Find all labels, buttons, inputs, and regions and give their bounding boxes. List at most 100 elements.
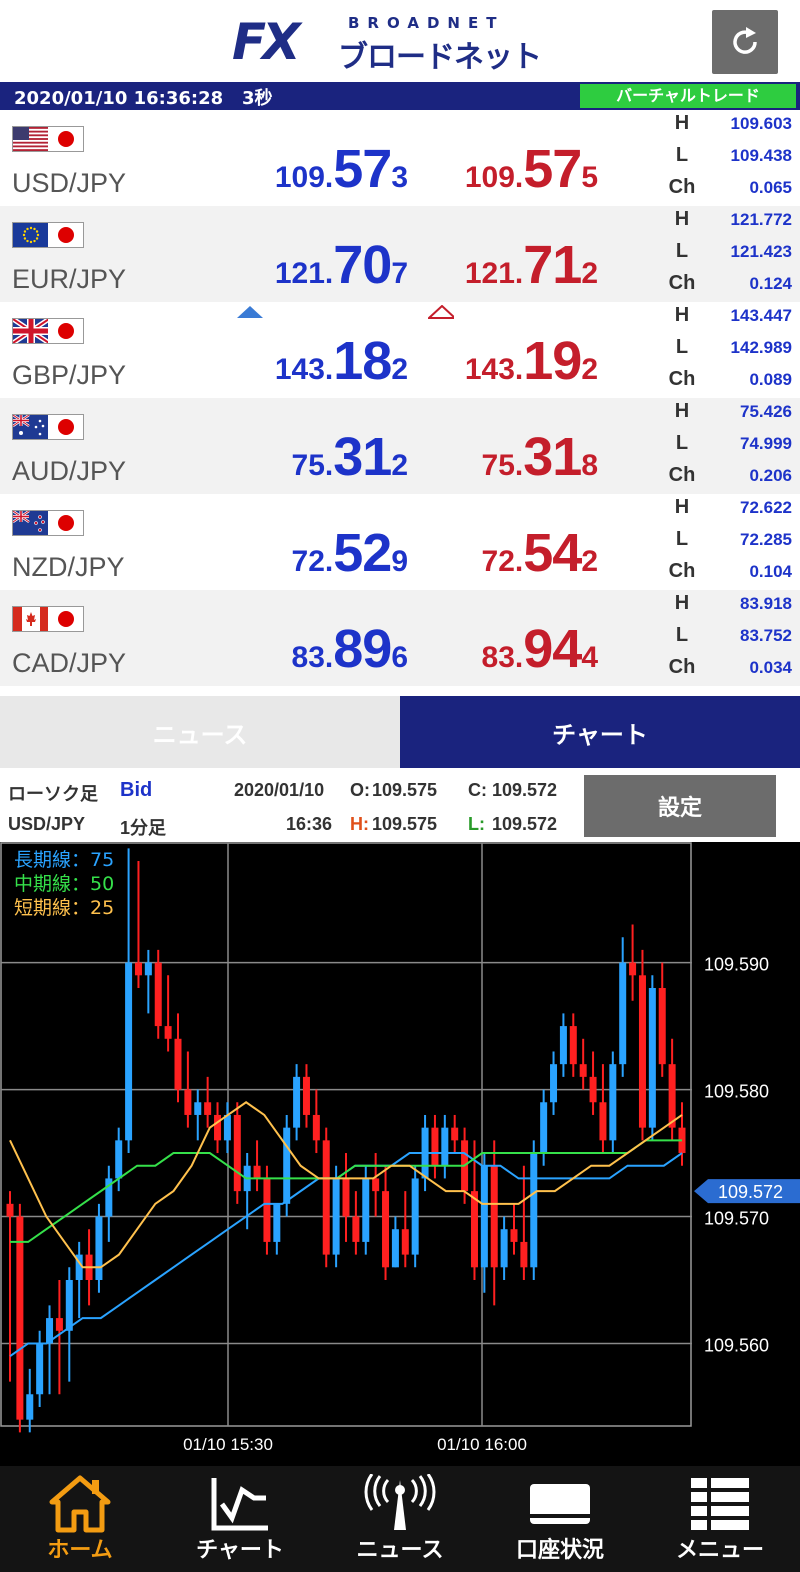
bid-price-pips: 31 xyxy=(333,427,392,487)
change-key: Ch xyxy=(668,560,696,582)
candlestick-chart[interactable]: 109.590 109.580 109.570 109.560 01/10 15:30 0… xyxy=(0,842,800,1466)
bid-price-major: 75. xyxy=(291,449,334,482)
chart-svg[interactable]: 109.590 109.580 109.570 109.560 01/10 15:30 0… xyxy=(0,842,800,1466)
nav-menu[interactable]: メニュー xyxy=(640,1466,800,1572)
chart-settings-button[interactable]: 設定 xyxy=(584,775,776,837)
candle-body xyxy=(55,1318,63,1331)
bid-price[interactable]: 109.573 xyxy=(275,138,408,199)
ask-price-pips: 71 xyxy=(523,235,582,295)
chart-pair-label[interactable]: USD/JPY xyxy=(8,814,85,835)
ask-price[interactable]: 143.192 xyxy=(465,330,598,391)
high-low-change: H 75.426 L 74.999 Ch 0.206 xyxy=(660,398,800,494)
chart-info-panel: ローソク足 Bid USD/JPY 1分足 2020/01/10 16:36 O… xyxy=(0,768,800,842)
high-label: H: xyxy=(350,814,369,834)
high-value: 121.772 xyxy=(730,210,792,229)
bid-price[interactable]: 72.529 xyxy=(292,522,408,583)
jp-flag-icon xyxy=(48,415,83,439)
change-value: 0.065 xyxy=(749,178,792,197)
candle-body xyxy=(648,988,656,1128)
candle-body xyxy=(441,1127,449,1166)
nav-home[interactable]: ホーム xyxy=(0,1466,160,1572)
bid-price-fraction: 9 xyxy=(391,545,408,578)
candle-body xyxy=(579,1064,587,1077)
candle-body xyxy=(382,1191,390,1268)
low-value: 121.423 xyxy=(730,242,792,261)
currency-flags xyxy=(12,510,84,536)
tab-chart[interactable]: チャート xyxy=(400,696,800,768)
refresh-interval: 3秒 xyxy=(241,88,273,109)
chart-icon xyxy=(211,1478,268,1531)
candle-body xyxy=(332,1178,340,1255)
tab-news[interactable]: ニュース xyxy=(0,696,400,768)
ask-price[interactable]: 72.542 xyxy=(482,522,598,583)
bid-price-fraction: 2 xyxy=(391,449,408,482)
candle-body xyxy=(293,1076,301,1128)
nav-news[interactable]: ニュース xyxy=(320,1466,480,1572)
y-tick-label: 109.560 xyxy=(704,1335,769,1355)
candle-body xyxy=(362,1178,370,1242)
logo-jp: ブロードネット xyxy=(338,40,542,75)
bid-price-major: 121. xyxy=(274,257,334,290)
nav-account[interactable]: 口座状況 xyxy=(480,1466,640,1572)
refresh-button[interactable] xyxy=(712,10,778,74)
rate-row[interactable]: CAD/JPY 83.896 83.944 H 83.918 L 83.752 Ch… xyxy=(0,590,800,686)
bid-price-major: 83. xyxy=(291,641,334,674)
candle-body xyxy=(550,1064,558,1103)
bid-price[interactable]: 75.312 xyxy=(291,426,408,487)
ask-price-fraction: 5 xyxy=(581,161,598,194)
bid-price[interactable]: 143.182 xyxy=(275,330,408,391)
plot-frame xyxy=(0,842,692,1427)
nav-chart[interactable]: チャート xyxy=(160,1466,320,1572)
low-key: L xyxy=(675,144,689,166)
rate-row[interactable]: GBP/JPY 143.182 143.192 H 143.447 L 142.98… xyxy=(0,302,800,398)
candle-body xyxy=(480,1165,488,1268)
ask-price-pips: 31 xyxy=(523,427,582,487)
timeframe-label[interactable]: 1分足 xyxy=(120,814,166,840)
candle-body xyxy=(638,975,646,1128)
ask-price-pips: 94 xyxy=(523,619,582,679)
open-value: 109.575 xyxy=(372,780,438,800)
rate-row[interactable]: EUR/JPY 121.707 121.712 H 121.772 L 121.42… xyxy=(0,206,800,302)
ask-price[interactable]: 121.712 xyxy=(465,234,598,295)
candle-body xyxy=(372,1178,380,1192)
candle-body xyxy=(134,962,142,976)
candle-body xyxy=(401,1229,409,1255)
ohlc-date: 2020/01/10 xyxy=(234,780,325,800)
bid-price[interactable]: 83.896 xyxy=(291,618,408,679)
candle-body xyxy=(154,962,162,1027)
candle-body xyxy=(253,1165,261,1179)
currency-pair: CAD/JPY xyxy=(12,648,127,678)
low-key: L xyxy=(675,528,689,550)
currency-flags xyxy=(12,414,84,440)
low-value: 142.989 xyxy=(730,338,792,357)
legend-entry: 中期線：50 xyxy=(14,873,114,895)
high-key: H xyxy=(674,208,690,230)
candle-body xyxy=(115,1140,123,1179)
legend-entry: 短期線：25 xyxy=(14,897,114,919)
low-key: L xyxy=(675,432,689,454)
rate-row[interactable]: AUD/JPY 75.312 75.318 H 75.426 L 74.999 Ch… xyxy=(0,398,800,494)
rate-row[interactable]: USD/JPY 109.573 109.575 H 109.603 L 109.43… xyxy=(0,110,800,206)
candle-body xyxy=(411,1178,419,1255)
price-type-label[interactable]: Bid xyxy=(120,779,152,802)
bid-up-arrow-icon xyxy=(237,306,263,318)
ask-price[interactable]: 109.575 xyxy=(465,138,598,199)
rate-row[interactable]: NZD/JPY 72.529 72.542 H 72.622 L 72.285 Ch… xyxy=(0,494,800,590)
app-header: FX BROADNET ブロードネット xyxy=(0,0,800,82)
ohlc-time: 16:36 xyxy=(286,814,333,834)
ask-price-major: 75. xyxy=(481,449,524,482)
eu-flag-icon xyxy=(13,223,48,247)
ask-price[interactable]: 83.944 xyxy=(482,618,598,679)
uk-flag-icon xyxy=(13,319,48,343)
high-value: 109.575 xyxy=(372,814,438,834)
candle-body xyxy=(144,962,152,976)
rate-list[interactable]: USD/JPY 109.573 109.575 H 109.603 L 109.43… xyxy=(0,110,800,696)
ask-price-pips: 19 xyxy=(523,331,582,391)
y-tick-label: 109.590 xyxy=(704,955,769,975)
y-tick-label: 109.580 xyxy=(704,1082,769,1102)
bid-price[interactable]: 121.707 xyxy=(274,234,408,295)
change-key: Ch xyxy=(668,656,696,678)
candle-body xyxy=(204,1102,212,1115)
candle-body xyxy=(668,1064,676,1128)
ask-price[interactable]: 75.318 xyxy=(481,426,598,487)
